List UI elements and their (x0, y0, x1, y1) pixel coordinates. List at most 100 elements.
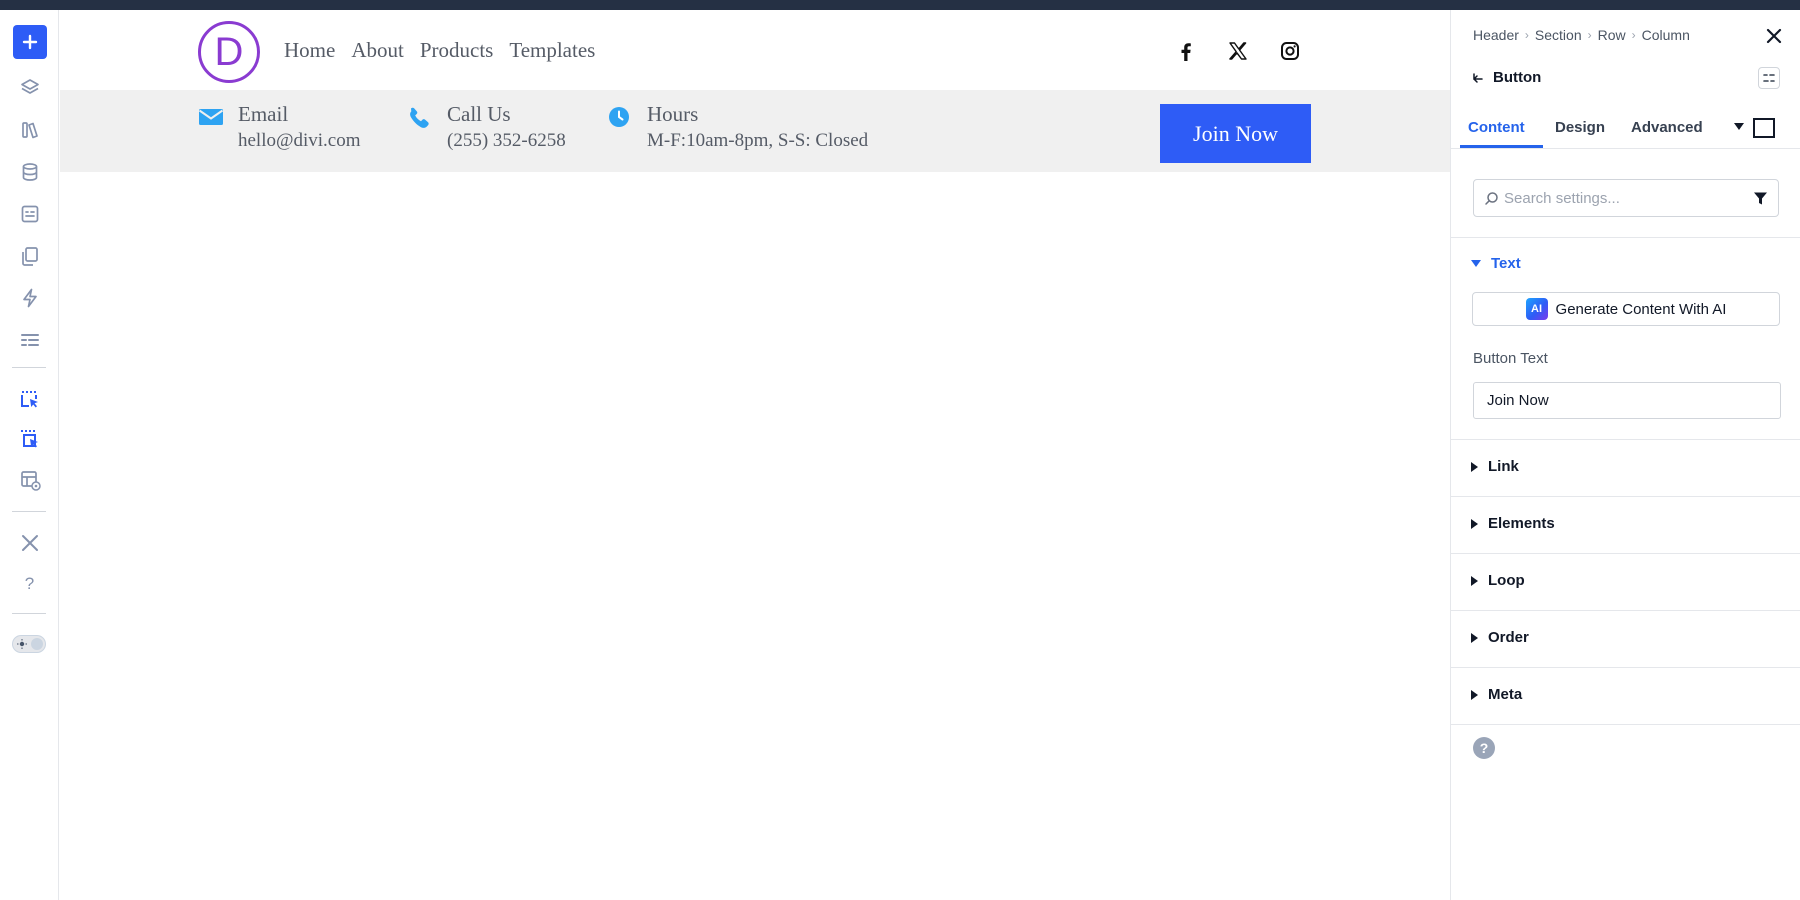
tools-button[interactable] (12, 525, 47, 560)
settings-tabs: Content Design Advanced (1451, 109, 1800, 149)
group-loop-title: Loop (1488, 572, 1525, 589)
nav-home[interactable]: Home (284, 38, 335, 63)
theme-toggle[interactable] (12, 635, 46, 653)
group-elements[interactable]: Elements (1451, 497, 1800, 554)
form-button[interactable] (12, 196, 47, 231)
group-elements-title: Elements (1488, 515, 1555, 532)
group-link-title: Link (1488, 458, 1519, 475)
sun-icon (17, 639, 27, 649)
site-logo[interactable]: D (198, 21, 260, 83)
group-meta[interactable]: Meta (1451, 668, 1800, 725)
info-phone-value[interactable]: (255) 352-6258 (447, 130, 566, 152)
facebook-link[interactable] (1175, 40, 1197, 62)
expand-panel-button[interactable] (1753, 118, 1775, 138)
nav-templates[interactable]: Templates (509, 38, 595, 63)
select-module-button[interactable] (12, 382, 47, 417)
envelope-icon (198, 109, 224, 125)
caret-right-icon (1471, 518, 1478, 529)
tab-design[interactable]: Design (1555, 119, 1605, 136)
select-module-icon (20, 390, 38, 407)
group-order[interactable]: Order (1451, 611, 1800, 668)
nav-about[interactable]: About (351, 38, 404, 63)
site-header: D Home About Products Templates (60, 10, 1450, 90)
nav-products[interactable]: Products (420, 38, 494, 63)
group-loop[interactable]: Loop (1451, 554, 1800, 611)
main-nav: Home About Products Templates (284, 38, 595, 63)
info-email-value[interactable]: hello@divi.com (238, 130, 361, 152)
group-order-title: Order (1488, 629, 1529, 646)
template-preview-icon (20, 470, 41, 491)
info-phone-label: Call Us (447, 102, 511, 126)
group-link-header[interactable]: Link (1471, 458, 1519, 475)
settings-panel: Header › Section › Row › Column Button C… (1450, 10, 1800, 900)
form-icon (21, 205, 38, 222)
group-link[interactable]: Link (1451, 440, 1800, 497)
pages-button[interactable] (12, 238, 47, 273)
facebook-icon (1181, 43, 1191, 61)
group-order-header[interactable]: Order (1471, 629, 1529, 646)
group-elements-header[interactable]: Elements (1471, 515, 1555, 532)
list-icon (20, 333, 39, 346)
group-text: Text AI Generate Content With AI Button … (1451, 238, 1800, 440)
help-icon[interactable]: ? (1473, 737, 1495, 759)
breadcrumb: Header › Section › Row › Column (1473, 27, 1690, 43)
ai-icon: AI (1525, 298, 1548, 320)
database-button[interactable] (12, 154, 47, 189)
join-now-button[interactable]: Join Now (1160, 104, 1311, 163)
breadcrumb-row[interactable]: Row (1598, 27, 1626, 43)
button-text-input[interactable] (1473, 382, 1781, 419)
breadcrumb-separator: › (1587, 28, 1592, 42)
tab-advanced[interactable]: Advanced (1631, 119, 1703, 136)
tab-content[interactable]: Content (1468, 119, 1525, 136)
x-link[interactable] (1227, 40, 1249, 62)
toolbar-divider (12, 511, 46, 512)
group-meta-header[interactable]: Meta (1471, 686, 1522, 703)
select-multiple-icon (20, 429, 38, 447)
plus-icon (22, 34, 38, 50)
database-icon (22, 162, 37, 181)
clock-icon (609, 107, 629, 127)
phone-icon (410, 107, 429, 128)
tabs-dropdown-caret[interactable] (1734, 123, 1744, 130)
add-button[interactable] (13, 25, 47, 59)
instagram-icon (1281, 42, 1299, 60)
back-arrow-icon (1473, 72, 1483, 83)
module-options-button[interactable] (1758, 67, 1780, 89)
module-title-row[interactable]: Button (1471, 69, 1541, 86)
tools-icon (21, 534, 38, 551)
select-multiple-button[interactable] (12, 422, 47, 457)
library-button[interactable] (12, 112, 47, 147)
search-input[interactable] (1504, 180, 1744, 216)
group-loop-header[interactable]: Loop (1471, 572, 1525, 589)
filter-icon[interactable] (1753, 191, 1768, 206)
caret-right-icon (1471, 461, 1478, 472)
breadcrumb-section[interactable]: Section (1535, 27, 1582, 43)
info-hours-label: Hours (647, 102, 699, 126)
layers-icon (20, 78, 39, 94)
search-icon (1485, 192, 1498, 205)
options-icon (1763, 74, 1775, 82)
breadcrumb-column[interactable]: Column (1642, 27, 1690, 43)
layers-button[interactable] (12, 70, 47, 105)
info-hours-value: M-F:10am-8pm, S-S: Closed (647, 130, 869, 151)
close-panel-button[interactable] (1764, 26, 1784, 46)
toolbar-divider (12, 367, 46, 368)
group-meta-title: Meta (1488, 686, 1523, 703)
lightning-icon (22, 288, 37, 307)
actions-button[interactable] (12, 280, 47, 315)
group-text-title: Text (1491, 255, 1521, 272)
contact-info-bar: Email hello@divi.com Call Us (255) 352-6… (60, 90, 1450, 172)
breadcrumb-header[interactable]: Header (1473, 27, 1519, 43)
search-box (1473, 179, 1779, 217)
generate-ai-button[interactable]: AI Generate Content With AI (1472, 292, 1780, 326)
help-button[interactable]: ? (12, 566, 47, 601)
button-text-label: Button Text (1473, 350, 1548, 367)
breadcrumb-separator: › (1631, 28, 1636, 42)
template-preview-button[interactable] (12, 462, 47, 497)
search-section (1451, 150, 1800, 238)
list-button[interactable] (12, 322, 47, 357)
generate-ai-label: Generate Content With AI (1555, 300, 1727, 318)
instagram-link[interactable] (1279, 40, 1301, 62)
toggle-knob (31, 638, 43, 650)
group-text-header[interactable]: Text (1471, 255, 1521, 272)
